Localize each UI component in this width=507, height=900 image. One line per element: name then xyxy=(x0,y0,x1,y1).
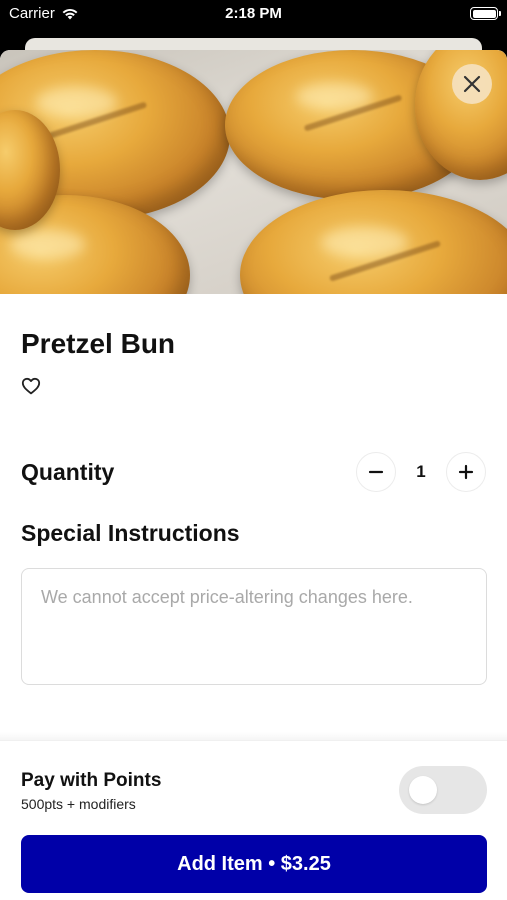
add-item-button[interactable]: Add Item • $3.25 xyxy=(21,835,487,893)
close-button[interactable] xyxy=(452,64,492,104)
plus-icon xyxy=(458,464,474,480)
increase-quantity-button[interactable] xyxy=(446,452,486,492)
decrease-quantity-button[interactable] xyxy=(356,452,396,492)
quantity-label: Quantity xyxy=(21,459,115,485)
footer-divider xyxy=(0,732,507,740)
battery-icon xyxy=(470,7,501,20)
toggle-knob xyxy=(409,776,437,804)
heart-icon[interactable] xyxy=(21,377,41,395)
quantity-value: 1 xyxy=(416,462,426,481)
item-title: Pretzel Bun xyxy=(21,328,176,359)
special-instructions-field xyxy=(21,568,487,685)
special-instructions-input[interactable] xyxy=(41,585,467,668)
points-cost-label: 500pts + modifiers xyxy=(21,796,136,812)
pay-with-points-label: Pay with Points xyxy=(21,770,162,791)
status-time: 2:18 PM xyxy=(225,5,282,22)
status-bar: Carrier 2:18 PM xyxy=(0,0,507,30)
close-icon xyxy=(463,75,481,93)
item-detail-sheet: Pretzel Bun Quantity 1 Special Instructi… xyxy=(0,50,507,900)
special-instructions-label: Special Instructions xyxy=(21,520,240,546)
minus-icon xyxy=(368,470,384,474)
item-image xyxy=(0,50,507,294)
footer: Pay with Points 500pts + modifiers Add I… xyxy=(0,740,507,900)
pay-with-points-toggle[interactable] xyxy=(399,766,487,814)
